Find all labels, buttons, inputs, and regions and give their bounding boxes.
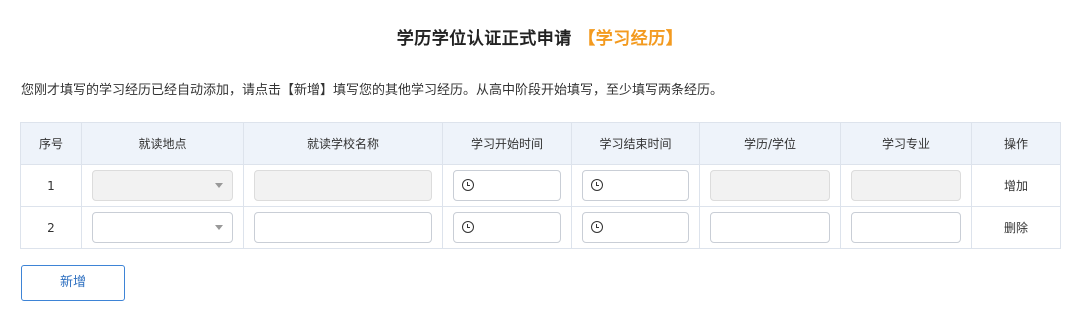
table-header-row: 序号 就读地点 就读学校名称 学习开始时间 学习结束时间 学历/学位 学习专业 … <box>20 122 1061 165</box>
chevron-down-icon <box>215 183 223 188</box>
table-row: 1 增加 <box>20 164 1061 207</box>
header-major: 学习专业 <box>840 122 972 165</box>
clock-icon <box>462 179 474 191</box>
chevron-down-icon <box>215 225 223 230</box>
add-row-link[interactable]: 增加 <box>1004 179 1028 193</box>
location-select[interactable] <box>92 170 233 201</box>
header-index: 序号 <box>20 122 82 165</box>
major-input[interactable] <box>851 170 961 201</box>
end-time-cell <box>571 206 700 249</box>
page-title-accent: 【学习经历】 <box>578 29 684 49</box>
end-time-cell <box>571 164 700 207</box>
location-cell <box>81 206 244 249</box>
instruction-text: 您刚才填写的学习经历已经自动添加，请点击【新增】填写您的其他学习经历。从高中阶段… <box>21 83 724 98</box>
end-time-picker[interactable] <box>582 212 689 243</box>
location-cell <box>81 164 244 207</box>
header-degree: 学历/学位 <box>699 122 841 165</box>
start-time-picker[interactable] <box>453 212 561 243</box>
school-cell <box>243 164 443 207</box>
header-school-name: 就读学校名称 <box>243 122 443 165</box>
end-time-picker[interactable] <box>582 170 689 201</box>
row-index: 1 <box>20 164 82 207</box>
start-time-cell <box>442 164 572 207</box>
clock-icon <box>591 179 603 191</box>
school-cell <box>243 206 443 249</box>
school-name-input[interactable] <box>254 212 432 243</box>
degree-input[interactable] <box>710 212 830 243</box>
table-row: 2 删除 <box>20 206 1061 249</box>
header-action: 操作 <box>971 122 1061 165</box>
school-name-input[interactable] <box>254 170 432 201</box>
degree-input[interactable] <box>710 170 830 201</box>
start-time-cell <box>442 206 572 249</box>
page-title-main: 学历学位认证正式申请 <box>396 29 572 49</box>
major-input[interactable] <box>851 212 961 243</box>
action-cell: 删除 <box>971 206 1061 249</box>
page-title: 学历学位认证正式申请 【学习经历】 <box>0 24 1080 49</box>
clock-icon <box>591 221 603 233</box>
header-end-time: 学习结束时间 <box>571 122 700 165</box>
clock-icon <box>462 221 474 233</box>
row-index: 2 <box>20 206 82 249</box>
start-time-picker[interactable] <box>453 170 561 201</box>
degree-cell <box>699 164 841 207</box>
add-experience-button[interactable]: 新增 <box>21 265 125 301</box>
header-start-time: 学习开始时间 <box>442 122 572 165</box>
degree-cell <box>699 206 841 249</box>
location-select[interactable] <box>92 212 233 243</box>
education-history-table: 序号 就读地点 就读学校名称 学习开始时间 学习结束时间 学历/学位 学习专业 … <box>20 122 1061 249</box>
header-location: 就读地点 <box>81 122 244 165</box>
action-cell: 增加 <box>971 164 1061 207</box>
delete-row-link[interactable]: 删除 <box>1004 221 1028 235</box>
major-cell <box>840 206 972 249</box>
major-cell <box>840 164 972 207</box>
